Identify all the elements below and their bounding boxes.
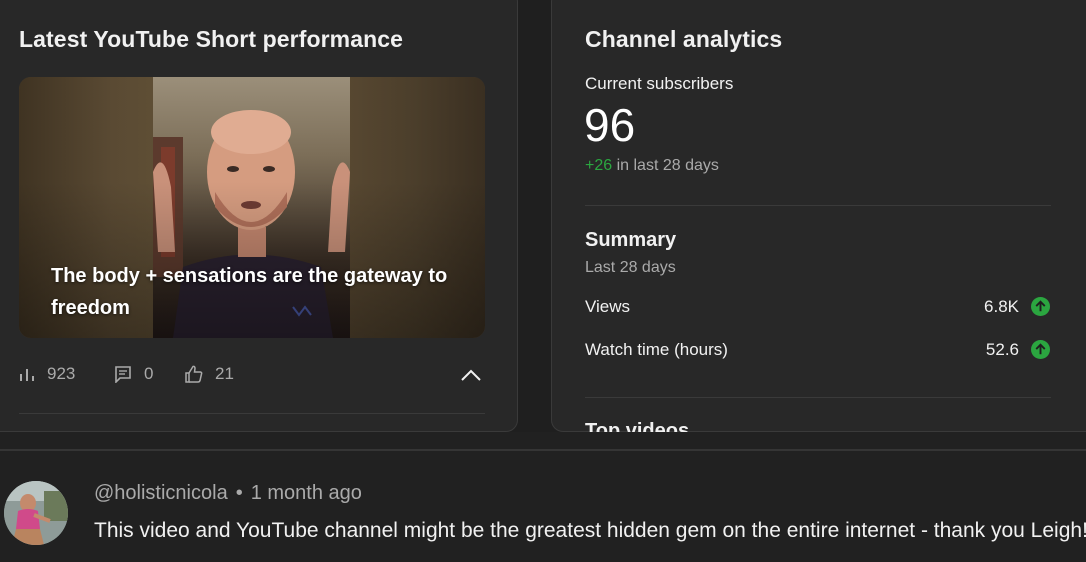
subscribers-delta: +26 in last 28 days: [585, 157, 719, 175]
comments-stat: 0: [114, 364, 153, 384]
thumbs-up-icon: [185, 365, 203, 383]
short-thumbnail[interactable]: The body + sensations are the gateway to…: [19, 77, 485, 338]
chevron-up-icon: [461, 369, 481, 381]
comment-time[interactable]: 1 month ago: [251, 482, 362, 504]
metric-label: Watch time (hours): [585, 340, 728, 359]
likes-count: 21: [215, 364, 234, 383]
metric-row-watch-time: Watch time (hours) 52.6: [585, 337, 1051, 363]
channel-analytics-card: [551, 0, 1086, 432]
comment-text: This video and YouTube channel might be …: [94, 519, 1086, 542]
metric-value: 6.8K: [984, 297, 1019, 316]
summary-title: Summary: [585, 229, 677, 251]
avatar-image: [4, 481, 68, 545]
comment-icon: [115, 366, 131, 383]
metric-row-views: Views 6.8K: [585, 294, 1051, 320]
comment-separator: [0, 449, 1086, 451]
comment-author-handle[interactable]: @holisticnicola: [94, 482, 228, 504]
comments-count: 0: [144, 364, 154, 383]
meta-separator: •: [235, 482, 243, 504]
summary-period: Last 28 days: [585, 259, 676, 276]
subscribers-count: 96: [584, 99, 636, 151]
views-count: 923: [47, 364, 76, 383]
latest-short-title: Latest YouTube Short performance: [19, 26, 404, 52]
subscribers-delta-suffix: in last 28 days: [616, 157, 719, 174]
bar-chart-icon: [20, 369, 34, 381]
short-stats-row: 923 0 21: [19, 364, 485, 388]
collapse-button[interactable]: [459, 364, 483, 393]
avatar[interactable]: [4, 481, 68, 545]
metric-label: Views: [585, 297, 631, 316]
comment-meta: @holisticnicola • 1 month ago: [94, 482, 362, 505]
subscribers-label: Current subscribers: [585, 74, 734, 93]
subscribers-delta-value: +26: [585, 157, 613, 174]
trend-up-icon: [1031, 340, 1050, 359]
short-caption: The body + sensations are the gateway to…: [51, 265, 448, 319]
analytics-divider: [585, 205, 1051, 206]
channel-analytics-title: Channel analytics: [585, 26, 783, 52]
dashboard-area: Latest YouTube Short performance The bod…: [0, 0, 1086, 442]
likes-stat: 21: [185, 364, 234, 384]
left-divider: [19, 413, 485, 414]
analytics-divider: [585, 397, 1051, 398]
views-stat: 923: [19, 364, 75, 384]
trend-up-icon: [1031, 297, 1050, 316]
metric-value: 52.6: [985, 340, 1019, 359]
